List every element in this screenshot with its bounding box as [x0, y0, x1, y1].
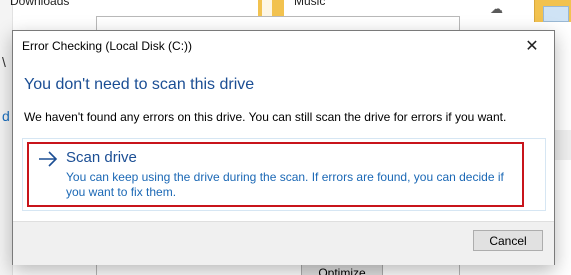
- arrow-right-icon: [39, 151, 58, 167]
- dialog-heading: You don't need to scan this drive: [24, 76, 255, 93]
- dialog-footer: Cancel: [13, 221, 554, 265]
- dialog-message: We haven't found any errors on this driv…: [24, 110, 507, 124]
- close-icon: ✕: [525, 38, 539, 55]
- nav-expand-icon: \: [2, 54, 6, 70]
- nav-item-fragment: d: [2, 108, 10, 124]
- music-folder-label[interactable]: Music: [294, 0, 325, 8]
- pictures-folder-icon: [534, 0, 571, 22]
- scan-drive-option[interactable]: Scan drive You can keep using the drive …: [22, 138, 546, 211]
- error-checking-dialog: Error Checking (Local Disk (C:)) ✕ You d…: [12, 30, 555, 265]
- cloud-icon: ☁: [490, 1, 503, 16]
- picture-thumbnail: [543, 6, 569, 22]
- downloads-nav-item[interactable]: Downloads: [10, 0, 69, 8]
- scan-drive-title[interactable]: Scan drive: [66, 149, 137, 166]
- cancel-button[interactable]: Cancel: [473, 230, 543, 251]
- dialog-titlebar[interactable]: Error Checking (Local Disk (C:)) ✕: [13, 31, 554, 61]
- close-button[interactable]: ✕: [510, 31, 554, 61]
- dialog-title: Error Checking (Local Disk (C:)): [22, 39, 193, 53]
- scan-drive-description: You can keep using the drive during the …: [66, 170, 504, 199]
